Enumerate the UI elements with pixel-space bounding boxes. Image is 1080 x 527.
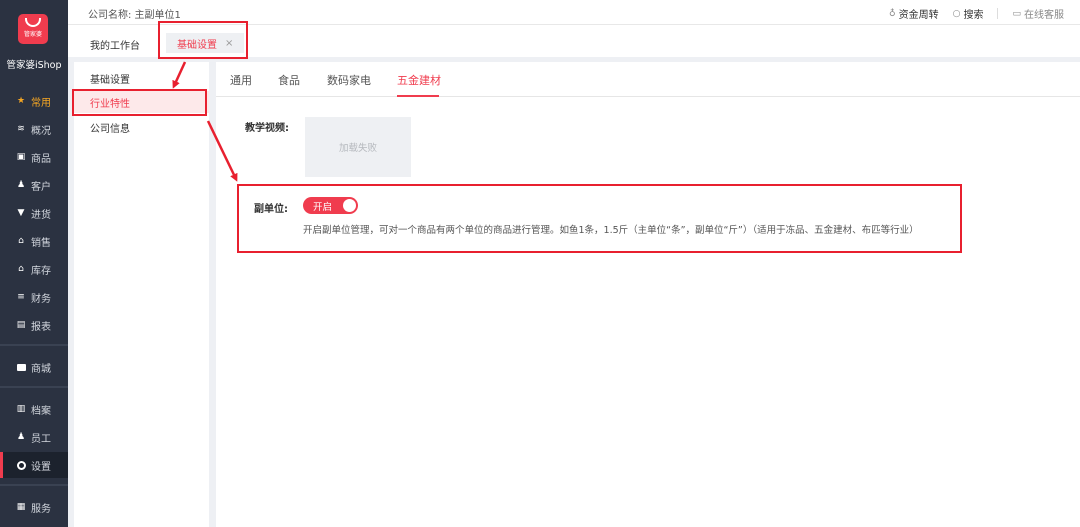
online-service-label: 在线客服 — [1024, 10, 1064, 21]
nav-item-inventory[interactable]: ⌂ 库存 — [0, 256, 68, 282]
search-button[interactable]: ○ 搜索 — [952, 6, 984, 22]
nav-item-label: 库存 — [31, 265, 51, 277]
tab-general[interactable]: 通用 — [230, 72, 252, 88]
nav-item-report[interactable]: ▤ 报表 — [0, 312, 68, 338]
tutorial-video[interactable]: 加载失败 — [305, 117, 411, 177]
highlight-frame-tab — [158, 21, 248, 59]
nav-item-label: 员工 — [31, 433, 51, 445]
chat-icon: ▭ — [1012, 8, 1021, 19]
nav-item-label: 常用 — [31, 97, 51, 109]
nav-item-service[interactable]: ▦ 服务 — [0, 494, 68, 520]
nav-item-archive[interactable]: ▥ 档案 — [0, 396, 68, 422]
nav-item-finance[interactable]: ≡ 财务 — [0, 284, 68, 310]
nav-item-label: 进货 — [31, 209, 51, 221]
divider — [997, 8, 999, 19]
layers-icon: ≋ — [17, 124, 25, 134]
nav-item-common[interactable]: ★ 常用 — [0, 88, 68, 114]
fund-flow-label: 资金周转 — [898, 10, 939, 21]
video-label: 教学视频: — [245, 123, 289, 134]
nav-item-label: 档案 — [31, 405, 51, 417]
online-service-button[interactable]: ▭ 在线客服 — [1012, 6, 1064, 22]
brand-name: 管家婆iShop — [6, 60, 62, 71]
fund-flow-button[interactable]: ♁ 资金周转 — [889, 6, 939, 22]
warehouse-icon: ⌂ — [18, 264, 24, 274]
service-icon: ▦ — [16, 502, 26, 512]
nav-item-label: 客户 — [31, 181, 51, 193]
money-bag-icon: ♁ — [889, 8, 896, 19]
nav-item-sales[interactable]: ⌂ 销售 — [0, 228, 68, 254]
tab-hardware-building[interactable]: 五金建材 — [397, 72, 441, 88]
app-logo[interactable]: 管家婆 — [18, 14, 48, 44]
staff-icon: ♟ — [16, 432, 26, 442]
left-nav: 管家婆 管家婆iShop ★ 常用 ≋ 概况 ▣ 商品 ♟ 客户 ▼ 进货 ⌂ 销售 ⌂ 库存… — [0, 0, 68, 527]
nav-item-goods[interactable]: ▣ 商品 — [0, 144, 68, 170]
report-icon: ▤ — [16, 320, 26, 330]
industry-tabs: 通用 食品 数码家电 五金建材 — [216, 62, 1080, 97]
nav-item-label: 服务 — [31, 503, 51, 515]
highlight-frame-menu — [72, 89, 207, 116]
nav-item-label: 商品 — [31, 153, 51, 165]
nav-item-overview[interactable]: ≋ 概况 — [0, 116, 68, 142]
main-panel: 通用 食品 数码家电 五金建材 教学视频: 加载失败 副单位: 开启 开启副单位… — [216, 62, 1080, 527]
shopping-bag-icon — [25, 18, 41, 27]
video-placeholder-text: 加载失败 — [338, 143, 377, 154]
archive-icon: ▥ — [16, 404, 26, 414]
nav-item-label: 报表 — [31, 321, 51, 333]
nav-item-settings[interactable]: 设置 — [0, 452, 68, 478]
mall-icon — [16, 362, 26, 372]
nav-item-label: 财务 — [31, 293, 51, 305]
nav-divider — [0, 386, 68, 388]
tab-workbench[interactable]: 我的工作台 — [90, 37, 140, 52]
company-name: 公司名称: 主副单位1 — [88, 10, 181, 21]
cart-icon: ▼ — [17, 208, 25, 218]
logo-text: 管家婆 — [23, 31, 42, 38]
star-icon: ★ — [16, 96, 26, 106]
tab-food[interactable]: 食品 — [278, 72, 300, 88]
nav-item-label: 概况 — [31, 125, 51, 137]
nav-divider — [0, 344, 68, 346]
nav-item-mall[interactable]: 商城 — [0, 354, 68, 380]
nav-item-staff[interactable]: ♟ 员工 — [0, 424, 68, 450]
search-icon: ○ — [952, 8, 961, 19]
nav-item-label: 销售 — [31, 237, 51, 249]
nav-item-label: 设置 — [31, 461, 51, 473]
search-label: 搜索 — [963, 10, 984, 21]
nav-item-label: 商城 — [31, 363, 51, 375]
active-tab-indicator — [397, 95, 439, 97]
top-actions: ♁ 资金周转 ○ 搜索 ▭ 在线客服 — [875, 6, 1064, 21]
side-item-company[interactable]: 公司信息 — [74, 116, 209, 138]
nav-divider — [0, 484, 68, 486]
nav-item-customer[interactable]: ♟ 客户 — [0, 172, 68, 198]
sales-icon: ⌂ — [18, 236, 24, 246]
nav-item-purchase[interactable]: ▼ 进货 — [0, 200, 68, 226]
highlight-frame-sub-unit — [237, 184, 962, 253]
customer-icon: ♟ — [16, 180, 26, 190]
side-item-basic[interactable]: 基础设置 — [74, 67, 209, 89]
settings-icon — [16, 460, 26, 470]
finance-icon: ≡ — [17, 292, 25, 302]
tab-digital-appliance[interactable]: 数码家电 — [327, 72, 371, 88]
goods-icon: ▣ — [16, 152, 26, 162]
settings-menu: 基础设置 行业特性 公司信息 — [74, 62, 209, 527]
